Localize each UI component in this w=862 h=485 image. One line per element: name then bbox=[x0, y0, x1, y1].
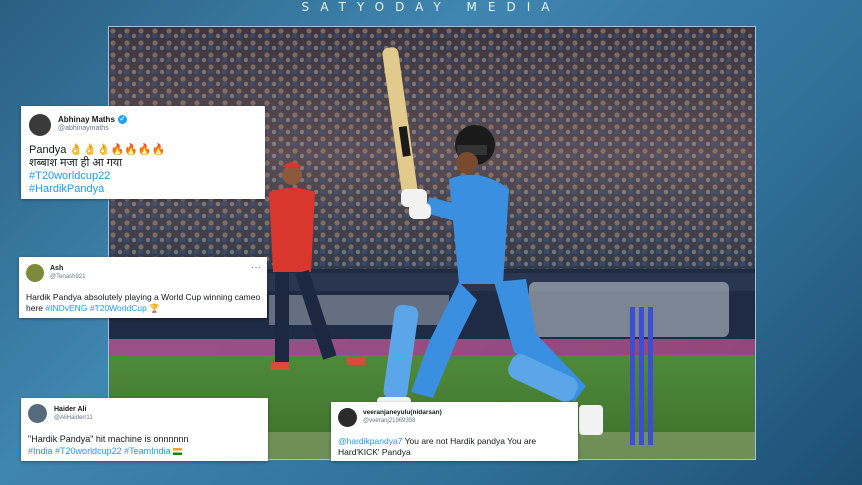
cricket-photo bbox=[108, 26, 756, 460]
user-handle[interactable]: @veeranj21969358 bbox=[363, 418, 415, 424]
brand-watermark: SATYODAY MEDIA bbox=[301, 0, 561, 14]
tweet-text: Pandya 👌👌👌🔥🔥🔥🔥 शब्बाश मजा ही आ गया #T20w… bbox=[29, 144, 165, 196]
tweet-text: Hardik Pandya absolutely playing a World… bbox=[26, 292, 262, 314]
user-name[interactable]: Abhinay Maths bbox=[58, 115, 115, 124]
trophy-emoji: 🏆 bbox=[149, 303, 160, 313]
verified-badge-icon: ✓ bbox=[117, 115, 127, 125]
hashtag-link[interactable]: #India bbox=[28, 446, 53, 456]
hashtag-link[interactable]: #T20WorldCup bbox=[90, 303, 147, 313]
tweet-card-ash[interactable]: Ash @Tenash921 ··· Hardik Pandya absolut… bbox=[19, 257, 267, 318]
tweet-text: "Hardik Pandya" hit machine is onnnnnn #… bbox=[28, 433, 188, 457]
avatar[interactable] bbox=[26, 264, 44, 282]
avatar[interactable] bbox=[28, 404, 47, 423]
hashtag-link[interactable]: #TeamIndia bbox=[124, 446, 171, 456]
tweet-card-veeranjaneyulu[interactable]: veeranjaneyulu(nidarsan) @veeranj2196935… bbox=[331, 402, 578, 461]
tweet-text: @hardikpandya7 You are not Hardik pandya… bbox=[338, 436, 574, 458]
avatar[interactable] bbox=[29, 114, 51, 136]
hashtag-link[interactable]: #T20worldcup22 bbox=[55, 446, 122, 456]
hashtag-link[interactable]: #T20worldcup22 bbox=[29, 170, 165, 183]
more-options-icon[interactable]: ··· bbox=[251, 262, 261, 273]
tweet-body: "Hardik Pandya" hit machine is onnnnnn bbox=[28, 434, 189, 444]
mention-link[interactable]: @hardikpandya7 bbox=[338, 436, 402, 446]
hashtag-link[interactable]: #INDvENG bbox=[45, 303, 87, 313]
avatar[interactable] bbox=[338, 408, 357, 427]
user-handle[interactable]: @AliHaiderr11 bbox=[54, 415, 93, 421]
hashtag-link[interactable]: #HardikPandya bbox=[29, 183, 165, 196]
tweet-line: Pandya 👌👌👌🔥🔥🔥🔥 bbox=[29, 144, 166, 156]
tweet-card-abhinay[interactable]: Abhinay Maths ✓ @abhinaymaths Pandya 👌👌👌🔥… bbox=[21, 106, 265, 199]
user-name[interactable]: veeranjaneyulu(nidarsan) bbox=[363, 409, 442, 416]
user-name[interactable]: Ash bbox=[50, 265, 63, 272]
user-handle[interactable]: @Tenash921 bbox=[50, 274, 85, 280]
tweet-line: शब्बाश मजा ही आ गया bbox=[29, 157, 123, 169]
user-name[interactable]: Haider Ali bbox=[54, 406, 86, 413]
tweet-card-haider[interactable]: Haider Ali @AliHaiderr11 "Hardik Pandya"… bbox=[21, 398, 268, 461]
user-handle[interactable]: @abhinaymaths bbox=[58, 125, 109, 132]
india-flag-icon bbox=[173, 448, 183, 456]
